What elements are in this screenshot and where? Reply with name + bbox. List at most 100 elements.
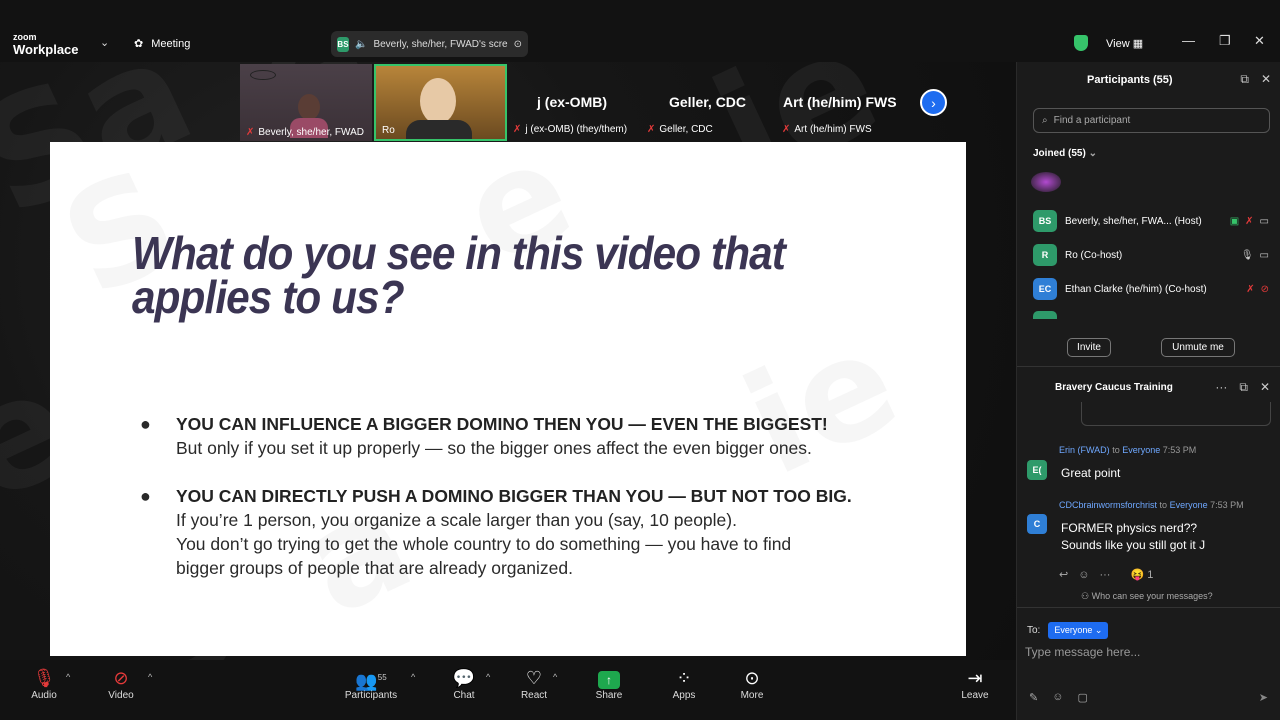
blurred-avatar <box>1031 172 1061 192</box>
video-tile-beverly[interactable]: ✗ Beverly, she/her, FWAD <box>240 64 372 141</box>
search-icon: ⌕ <box>1042 115 1048 126</box>
apps-button[interactable]: ⁘ Apps <box>654 666 714 701</box>
chevron-up-icon: ^ <box>66 672 71 682</box>
participant-name: Beverly, she/her, FWA... (Host) <box>1065 215 1202 227</box>
participant-name: Ro (Co-host) <box>1065 249 1123 261</box>
participants-icon: 👥55 <box>355 671 387 691</box>
chat-message-input[interactable]: Type message here... <box>1025 645 1140 659</box>
close-icon[interactable]: ✕ <box>1254 33 1265 49</box>
view-button[interactable]: View ▦ <box>1106 37 1143 50</box>
send-icon[interactable]: ➤ <box>1259 691 1268 704</box>
camera-icon: ▭ <box>1259 215 1269 227</box>
partial-participant-row <box>1033 311 1269 319</box>
participant-figure <box>420 78 456 124</box>
audio-button[interactable]: 🎙 Audio <box>14 666 74 701</box>
more-icon[interactable]: ··· <box>1099 569 1110 581</box>
popout-icon[interactable]: ⧉ <box>1240 72 1249 87</box>
leave-button[interactable]: ⇥ Leave <box>945 666 1005 701</box>
participant-status: ✗ ⊘ <box>1246 284 1269 295</box>
chevron-down-icon[interactable]: ⌄ <box>100 36 109 49</box>
participant-figure <box>298 94 320 120</box>
chevron-right-icon: › <box>931 94 936 111</box>
reaction-pill[interactable]: 😝 1 <box>1130 568 1153 581</box>
meeting-menu[interactable]: ✿ Meeting <box>134 37 191 51</box>
chat-header-icons: ··· ⧉ ✕ <box>1215 380 1270 395</box>
meeting-label: Meeting <box>151 37 191 50</box>
camera-icon: ▭ <box>1259 249 1269 261</box>
presenter-avatar: BS <box>337 36 349 52</box>
message-time: 7:53 PM <box>1210 500 1244 510</box>
security-shield-icon[interactable] <box>1074 35 1088 51</box>
mic-muted-icon: ✗ <box>1246 283 1255 295</box>
unmute-me-label: Unmute me <box>1172 342 1224 353</box>
share-button[interactable]: ↑ Share <box>579 666 639 701</box>
tile-title-j[interactable]: j (ex-OMB) <box>537 94 607 110</box>
ceiling-fan-icon <box>250 70 276 80</box>
participant-row[interactable]: R Ro (Co-host) 🎙 ▭ <box>1033 243 1269 267</box>
chevron-up-icon: ^ <box>411 672 416 682</box>
close-icon[interactable]: ✕ <box>1260 380 1270 395</box>
participant-row[interactable]: BS Beverly, she/her, FWA... (Host) ▣ ✗ ▭ <box>1033 209 1269 233</box>
joined-label: Joined (55) <box>1033 148 1086 159</box>
invite-button[interactable]: Invite <box>1067 338 1111 357</box>
close-icon[interactable]: ✕ <box>1261 72 1271 87</box>
title-bar: zoom Workplace ⌄ ✿ Meeting BS 🔈 Beverly,… <box>0 0 1280 62</box>
chat-button[interactable]: 💬 Chat <box>434 666 494 701</box>
zoom-logo[interactable]: zoom Workplace <box>13 33 79 57</box>
tile-title-art[interactable]: Art (he/him) FWS <box>783 94 897 110</box>
message-recipient: Everyone <box>1169 500 1208 510</box>
tile-name: ✗ Beverly, she/her, FWAD <box>246 127 364 138</box>
tile-name-art: ✗ Art (he/him) FWS <box>782 124 872 135</box>
file-icon[interactable]: ▢ <box>1077 691 1087 704</box>
reply-icon[interactable]: ↩ <box>1059 568 1068 581</box>
slide-title-line: applies to us? <box>132 270 405 323</box>
next-page-button[interactable]: › <box>920 89 947 116</box>
more-button[interactable]: ⊙ More <box>722 666 782 701</box>
previous-message-tools <box>1081 402 1271 426</box>
mic-muted-icon: ✗ <box>782 124 791 135</box>
more-icon[interactable]: ⊙ <box>514 39 522 50</box>
participants-header-icons: ⧉ ✕ <box>1240 72 1271 87</box>
avatar <box>1033 311 1057 319</box>
share-screen-icon: ↑ <box>579 666 639 690</box>
participant-search-input[interactable]: ⌕ Find a participant <box>1033 108 1270 133</box>
video-tile-ro[interactable]: Ro <box>374 64 507 141</box>
message-text: Sounds like you still got it J <box>1061 538 1206 552</box>
participant-row[interactable]: EC Ethan Clarke (he/him) (Co-host) ✗ ⊘ <box>1033 277 1269 301</box>
recipient-value: Everyone <box>1054 625 1093 635</box>
joined-section-toggle[interactable]: Joined (55) ⌄ <box>1033 148 1097 159</box>
video-label: Video <box>108 690 134 701</box>
add-reaction-icon[interactable]: ☺ <box>1078 569 1089 581</box>
popout-icon[interactable]: ⧉ <box>1239 380 1248 395</box>
chat-icon: 💬 <box>452 668 476 688</box>
more-icon[interactable]: ··· <box>1215 380 1227 395</box>
share-status-text: Beverly, she/her, FWAD's scre <box>373 38 508 50</box>
participants-count: 55 <box>377 673 387 682</box>
message-sender[interactable]: Erin (FWAD) <box>1059 445 1110 455</box>
participants-button[interactable]: 👥55 Participants <box>341 666 401 701</box>
emoji-icon[interactable]: ☺ <box>1052 691 1063 704</box>
participant-status: 🎙 ▭ <box>1241 250 1269 261</box>
avatar: BS <box>1033 210 1057 232</box>
unmute-me-button[interactable]: Unmute me <box>1161 338 1235 357</box>
tile-name: Ro <box>382 125 395 136</box>
tile-title-geller[interactable]: Geller, CDC <box>669 94 746 110</box>
message-to-word: to <box>1159 500 1168 510</box>
leave-label: Leave <box>961 690 989 701</box>
minimize-icon[interactable]: — <box>1182 33 1195 48</box>
message-to-word: to <box>1112 445 1120 455</box>
recipient-dropdown[interactable]: Everyone ⌄ <box>1048 622 1109 639</box>
to-label: To: <box>1027 625 1041 636</box>
video-button[interactable]: ⊘ Video <box>91 666 151 701</box>
who-can-see-link[interactable]: ⚇ Who can see your messages? <box>1081 591 1213 602</box>
mic-muted-icon: ✗ <box>647 124 656 135</box>
message-time: 7:53 PM <box>1162 445 1197 455</box>
leave-icon: ⇥ <box>967 668 983 688</box>
maximize-icon[interactable]: ❐ <box>1219 33 1231 49</box>
logo-large-text: Workplace <box>13 42 79 57</box>
format-icon[interactable]: ✎ <box>1029 691 1038 704</box>
share-status-pill[interactable]: BS 🔈 Beverly, she/her, FWAD's scre ⊙ <box>331 31 528 57</box>
message-header: Erin (FWAD) to Everyone 7:53 PM <box>1059 445 1196 455</box>
mic-muted-icon: ✗ <box>246 127 255 138</box>
message-sender[interactable]: CDCbrainwormsforchrist <box>1059 500 1157 510</box>
